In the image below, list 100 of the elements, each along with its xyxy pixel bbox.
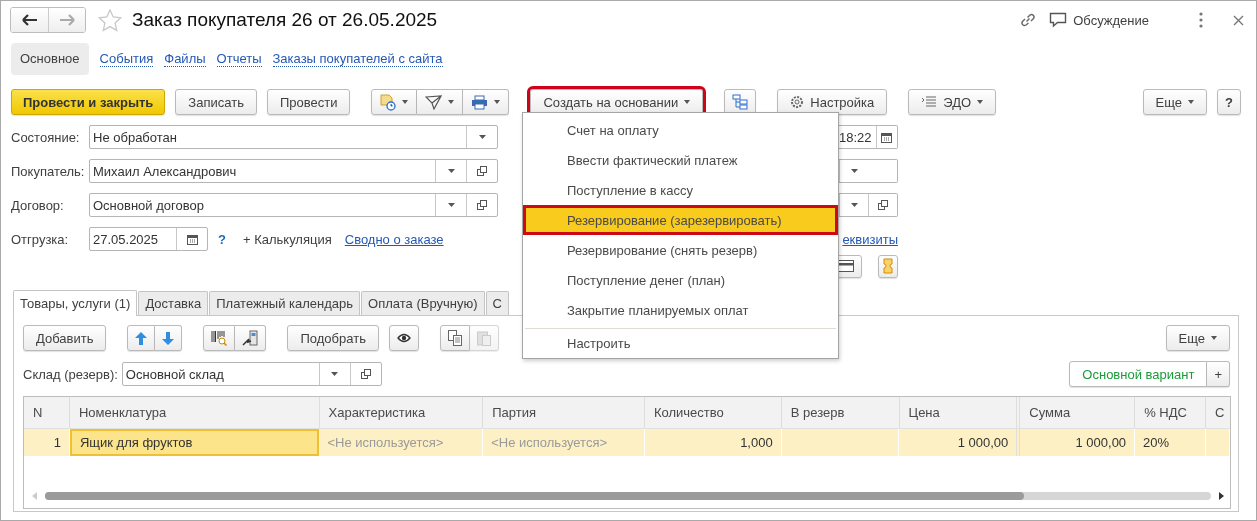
hierarchy-icon [732,94,749,110]
add-button[interactable]: Добавить [23,325,107,351]
horizontal-scrollbar[interactable] [45,492,1211,500]
send-menu-button[interactable] [417,89,464,115]
document-tab[interactable]: Доставка [138,291,209,315]
printer-icon [471,94,489,110]
table-cell: 20% [1135,429,1206,456]
list-arrows-icon [921,95,938,109]
create-based-on-button[interactable]: Создать на основании [530,89,704,115]
discussion-button[interactable]: Обсуждение [1045,12,1153,28]
save-button[interactable]: Записать [175,89,257,115]
open-icon [878,200,888,210]
menu-item[interactable]: Поступление в кассу [523,175,838,205]
section-tab[interactable]: События [99,51,154,67]
gear-icon [790,95,805,109]
field-label: Склад (резерв): [23,366,118,382]
input-field[interactable]: Основной договор [89,193,498,217]
up-arrow-icon [135,331,148,345]
section-tab[interactable]: Заказы покупателей с сайта [272,51,443,67]
barcode-icon [211,330,228,346]
input-field[interactable]: 18:22 [839,125,898,149]
column-header[interactable]: С [1206,397,1230,428]
receipt-button[interactable] [878,254,898,278]
menu-item[interactable]: Резервирование (снять резерв) [523,235,838,265]
menu-item[interactable]: Счет на оплату [523,115,838,145]
dropdown-icon [850,203,858,207]
edo-menu-button[interactable]: ЭДО [908,89,997,115]
copy-icon [447,330,462,346]
input-field[interactable] [839,193,898,217]
barcode-search-button[interactable] [203,325,236,351]
view-button[interactable] [388,325,419,351]
settings-button[interactable]: Настройка [777,89,888,115]
back-button[interactable] [11,8,48,32]
post-and-close-button[interactable]: Провести и закрыть [11,89,166,115]
calculation-label[interactable]: + Калькуляция [242,231,332,247]
menu-item[interactable]: Резервирование (зарезервировать) [523,205,838,235]
section-tab[interactable]: Основное [11,43,89,75]
more-button[interactable]: Еще [1142,89,1208,115]
open-icon [477,200,487,210]
add-variant-button[interactable]: + [1207,361,1230,387]
help-button[interactable]: ? [1217,89,1241,115]
document-tab[interactable]: Оплата (Вручную) [361,291,485,315]
section-tab[interactable]: Файлы [164,51,206,67]
dropdown-icon [447,203,455,207]
input-field[interactable]: 27.05.2025 [89,227,208,251]
post-button[interactable]: Провести [266,89,351,115]
table-cell[interactable]: Ящик для фруктов [69,429,320,456]
dropdown-icon [331,372,339,376]
requisites-link[interactable]: еквизиты [842,231,898,247]
column-header[interactable]: Партия [483,397,645,428]
section-tab[interactable]: Отчеты [216,51,262,67]
clipboard-icon [476,330,491,346]
print-menu-button[interactable] [463,89,510,115]
structure-button[interactable] [724,89,757,115]
menu-item[interactable]: Настроить [525,328,836,358]
input-field[interactable]: Основной склад [121,362,382,386]
more-button[interactable]: Еще [1165,325,1230,351]
help-link[interactable]: ? [218,231,226,247]
calendar-icon [881,131,893,143]
table-row[interactable]: 1 Ящик для фруктов <Не используется> <Не используется> 1,000 1 000,00 1 000,00 20% [24,429,1230,456]
close-icon[interactable] [1233,14,1244,26]
menu-item[interactable]: Ввести фактический платеж [523,145,838,175]
field-label: Отгрузка: [11,231,70,247]
paper-plane-icon [425,94,443,110]
menu-item[interactable]: Закрытие планируемых оплат [523,295,838,325]
comment-icon [1049,12,1068,28]
input-field[interactable]: Михаил Александрович [89,159,498,183]
terminal-button[interactable] [235,325,267,351]
document-tab[interactable]: Товары, услуги (1) [13,290,138,316]
column-header[interactable]: % НДС [1135,397,1207,428]
column-header[interactable]: N [24,397,70,428]
scroll-right-icon[interactable] [1219,492,1224,500]
more-icon[interactable] [1199,12,1203,28]
column-header[interactable]: Характеристика [319,397,484,428]
star-icon[interactable] [98,8,122,32]
dropdown-icon [478,135,486,139]
input-field[interactable] [839,159,898,183]
menu-item[interactable]: Поступление денег (план) [523,265,838,295]
table-cell: <Не используется> [319,429,484,456]
dropdown-icon [447,169,455,173]
move-up-button[interactable] [127,325,156,351]
column-header[interactable]: Количество [644,397,782,428]
copy-button[interactable] [439,325,470,351]
pick-button[interactable]: Подобрать [287,325,379,351]
column-header[interactable]: Номенклатура [69,397,320,428]
variant-button[interactable]: Основной вариант [1069,361,1208,387]
window-title: Заказ покупателя 26 от 26.05.2025 [132,9,438,31]
documents-menu-button[interactable] [371,89,418,115]
input-field[interactable]: Не обработан [89,125,498,149]
document-tab[interactable]: С [485,291,509,315]
document-tab[interactable]: Платежный календарь [209,291,361,315]
link-icon[interactable] [1019,11,1038,29]
forward-arrow-icon [59,14,75,26]
ticket-icon [883,258,893,274]
column-header[interactable]: Сумма [1020,397,1136,428]
back-arrow-icon [21,14,38,26]
column-header[interactable]: В резерв [781,397,900,428]
move-down-button[interactable] [155,325,183,351]
summary-link[interactable]: Сводно о заказе [344,231,444,247]
field-label: Покупатель: [11,163,86,179]
